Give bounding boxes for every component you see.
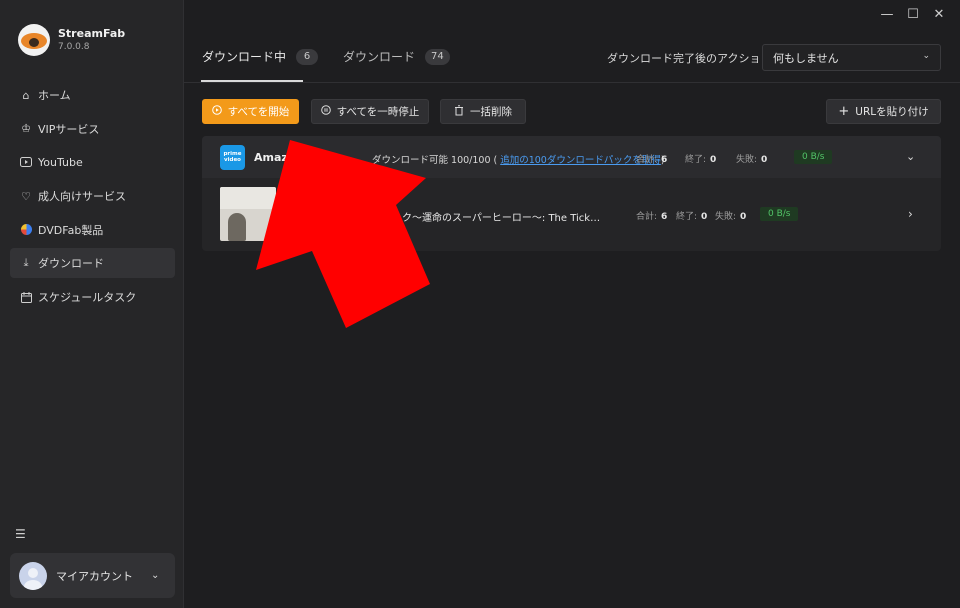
pause-circle-icon	[320, 105, 331, 118]
paste-url-label: URLを貼り付け	[855, 106, 929, 118]
sidebar-item-label: スケジュールタスク	[38, 291, 137, 305]
item-title: ック〜運命のスーパーヒーロー〜: The Tick…	[392, 213, 601, 224]
tab-count-badge: 74	[425, 48, 450, 65]
sidebar-item-label: ダウンロード	[38, 257, 104, 271]
window-controls: — ☐ ✕	[874, 7, 952, 22]
sidebar-item-label: DVDFab製品	[38, 223, 104, 237]
heart-icon: ♡	[21, 189, 31, 203]
tab-count-badge: 6	[296, 48, 319, 65]
delete-all-label: 一括削除	[470, 106, 512, 118]
tab-label: ダウンロード中	[202, 50, 287, 64]
tab-label: ダウンロード	[343, 50, 416, 64]
sidebar-item-schedule[interactable]: スケジュールタスク	[10, 282, 175, 312]
pause-all-button[interactable]: すべてを一時停止	[311, 99, 429, 124]
sidebar-nav: ⌂ ホーム ♔ VIPサービス YouTube ♡ 成人向けサービス DVDFa…	[10, 80, 175, 316]
maximize-icon[interactable]: ☐	[900, 7, 926, 22]
post-action-select[interactable]: 何もしません ⌄	[762, 44, 941, 71]
item-fail-count: 失敗: 0	[715, 212, 747, 222]
download-quota: ダウンロード可能 100/100 (追加の100ダウンロードパックを取得)	[372, 152, 665, 166]
item-total-count: 合計: 6	[636, 212, 668, 222]
chevron-down-icon: ⌄	[151, 570, 160, 581]
paste-url-button[interactable]: + URLを貼り付け	[826, 99, 941, 124]
chevron-right-icon[interactable]: ›	[908, 207, 913, 221]
quota-text: ダウンロード可能 100/100 (	[372, 155, 498, 166]
chevron-down-icon[interactable]: ⌄	[906, 150, 915, 163]
sidebar-item-home[interactable]: ⌂ ホーム	[10, 80, 175, 110]
start-all-label: すべてを開始	[227, 106, 290, 118]
sidebar-item-download[interactable]: ⤓ ダウンロード	[10, 248, 175, 279]
calendar-icon	[20, 291, 32, 303]
start-all-button[interactable]: すべてを開始	[202, 99, 299, 124]
delete-all-button[interactable]: 一括削除	[440, 99, 526, 124]
trash-icon	[454, 104, 464, 119]
account-button[interactable]: マイアカウント ⌄	[10, 553, 175, 598]
streamfab-logo-icon	[18, 24, 50, 56]
sidebar-item-label: ホーム	[38, 89, 71, 102]
item-done-count: 終了: 0	[676, 212, 708, 222]
close-icon[interactable]: ✕	[926, 7, 952, 22]
sidebar-item-label: YouTube	[38, 155, 83, 169]
sidebar-item-label: VIPサービス	[38, 122, 100, 136]
group-header[interactable]: prime video Amazo ダウンロード可能 100/100 (追加の1…	[202, 136, 941, 178]
speed-badge: 0 B/s	[794, 150, 833, 164]
sidebar-item-youtube[interactable]: YouTube	[10, 147, 175, 177]
sidebar-item-dvdfab[interactable]: DVDFab製品	[10, 215, 175, 245]
total-count: 合計: 6	[636, 155, 668, 165]
app-version: 7.0.0.8	[58, 42, 90, 52]
fail-count: 失敗: 0	[736, 155, 768, 165]
prime-video-icon: prime video	[220, 145, 245, 170]
sidebar-item-vip[interactable]: ♔ VIPサービス	[10, 114, 175, 144]
done-count: 終了: 0	[685, 155, 717, 165]
download-item[interactable]: ック〜運命のスーパーヒーロー〜: The Tick… 合計: 6 終了: 0 失敗:…	[202, 183, 941, 243]
sidebar: StreamFab 7.0.0.8 ⌂ ホーム ♔ VIPサービス YouTub…	[0, 0, 184, 608]
post-action-value: 何もしません	[773, 51, 839, 65]
chevron-down-icon: ⌄	[922, 51, 930, 61]
menu-icon[interactable]: ☰	[15, 527, 26, 541]
divider	[184, 82, 960, 83]
tab-downloaded[interactable]: ダウンロード 74	[343, 48, 450, 65]
download-icon: ⤓	[23, 256, 29, 270]
sidebar-item-label: 成人向けサービス	[38, 190, 126, 204]
brand: StreamFab 7.0.0.8	[18, 24, 125, 56]
tab-downloading[interactable]: ダウンロード中 6	[202, 48, 319, 65]
account-label: マイアカウント	[56, 569, 133, 583]
item-speed-badge: 0 B/s	[760, 207, 799, 221]
youtube-icon	[20, 156, 32, 168]
download-group: prime video Amazo ダウンロード可能 100/100 (追加の1…	[202, 136, 941, 251]
dvdfab-icon	[20, 224, 32, 236]
service-name: Amazo	[254, 151, 296, 164]
sidebar-item-adult[interactable]: ♡ 成人向けサービス	[10, 181, 175, 211]
play-circle-icon	[211, 105, 222, 118]
minimize-icon[interactable]: —	[874, 7, 900, 22]
plus-icon: +	[838, 104, 850, 119]
video-thumbnail	[220, 187, 276, 241]
pause-all-label: すべてを一時停止	[336, 106, 420, 118]
post-action-label: ダウンロード完了後のアクション：	[607, 52, 783, 65]
app-name: StreamFab	[58, 27, 126, 40]
home-icon: ⌂	[22, 88, 30, 102]
avatar	[19, 561, 47, 590]
crown-icon: ♔	[21, 122, 31, 136]
